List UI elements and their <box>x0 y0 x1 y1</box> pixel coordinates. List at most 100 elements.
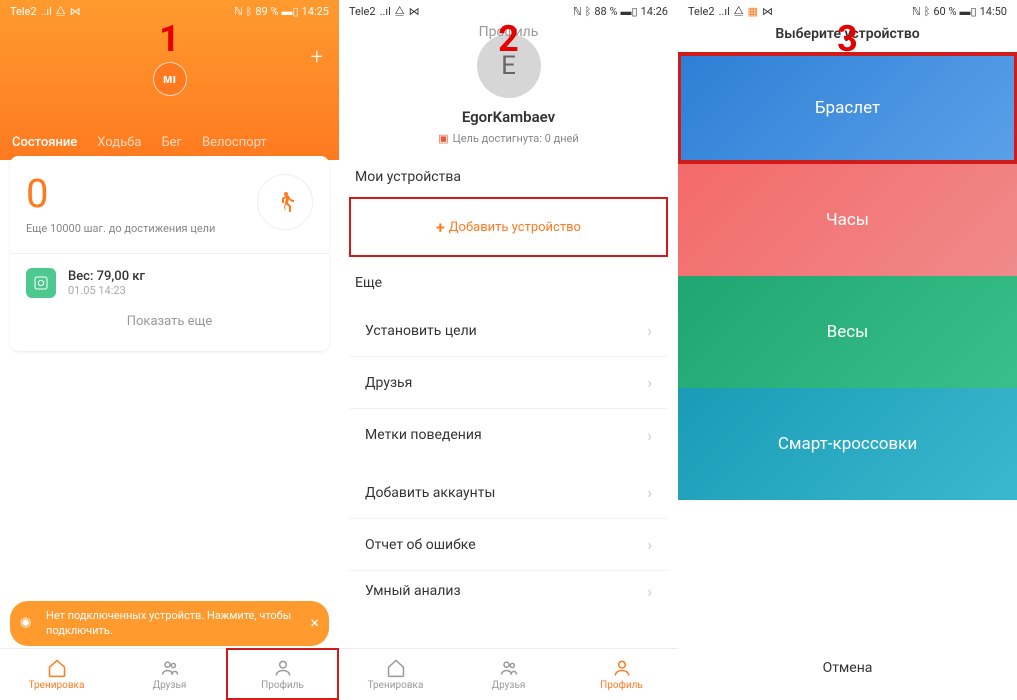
more-list-2: Добавить аккаунты › Отчет об ошибке › Умны… <box>349 467 668 611</box>
list-item-goals[interactable]: Установить цели › <box>349 305 668 357</box>
device-tile-watch[interactable]: Часы <box>678 164 1017 276</box>
nav-friends[interactable]: Друзья <box>113 649 226 700</box>
toast-text: Нет подключенных устройств. Нажмите, что… <box>46 609 299 638</box>
list-item-behavior[interactable]: Метки поведения › <box>349 409 668 461</box>
steps-count: 0 <box>26 174 215 214</box>
plus-icon: + <box>436 218 445 237</box>
battery-pct: 60 % <box>933 5 956 18</box>
steps-card[interactable]: 0 Еще 10000 шаг. до достижения цели Вес:… <box>10 156 329 351</box>
chevron-right-icon: › <box>647 426 652 445</box>
item-label: Умный анализ <box>365 583 461 599</box>
list-item-bug-report[interactable]: Отчет об ошибке › <box>349 519 668 571</box>
bt-icon: ᛒ <box>246 5 253 18</box>
scale-icon <box>26 268 56 298</box>
signal-icon: ..ıl <box>380 5 391 18</box>
list-item-accounts[interactable]: Добавить аккаунты › <box>349 467 668 519</box>
sim-icon: ▦ <box>748 5 758 18</box>
add-button[interactable]: + <box>311 45 323 70</box>
nav-workout[interactable]: Тренировка <box>0 649 113 700</box>
signal-icon: ..ıl <box>719 5 730 18</box>
weight-date: 01.05 14:23 <box>68 284 145 297</box>
show-more-button[interactable]: Показать еще <box>26 298 313 333</box>
mi-logo: ᴍı <box>153 62 187 96</box>
signal-icon: ..ıl <box>41 5 52 18</box>
tab-cycle[interactable]: Велоспорт <box>202 135 267 150</box>
bottom-nav: Тренировка Друзья Профиль <box>339 648 678 700</box>
link-icon: ⋈ <box>70 5 81 18</box>
device-tile-shoes[interactable]: Смарт-кроссовки <box>678 388 1017 500</box>
goal-text: Цель достигнута: 0 дней <box>453 132 579 145</box>
list-item-smart-analysis[interactable]: Умный анализ › <box>349 571 668 611</box>
chevron-right-icon: › <box>647 582 652 601</box>
nav-profile-label: Профиль <box>600 680 643 691</box>
weight-row[interactable]: Вес: 79,00 кг 01.05 14:23 <box>26 268 313 298</box>
tab-walk[interactable]: Ходьба <box>97 135 141 150</box>
nav-workout[interactable]: Тренировка <box>339 649 452 700</box>
item-label: Добавить аккаунты <box>365 485 495 501</box>
home-icon <box>47 658 67 678</box>
list-item-friends[interactable]: Друзья › <box>349 357 668 409</box>
nav-friends[interactable]: Друзья <box>452 649 565 700</box>
chevron-right-icon: › <box>647 373 652 392</box>
link-icon: ⋈ <box>409 5 420 18</box>
carrier-label: Tele2 <box>10 5 37 18</box>
my-devices-title: Мои устройства <box>339 155 678 193</box>
more-title: Еще <box>339 261 678 299</box>
phone-screen-2: 2 Tele2 ..ıl ⧋ ⋈ ℕ ᛒ 88 % ▬▯ 14:26 Профи… <box>339 0 678 700</box>
add-device-button[interactable]: + Добавить устройство <box>349 197 668 257</box>
battery-pct: 89 % <box>255 5 278 18</box>
steps-goal: Еще 10000 шаг. до достижения цели <box>26 222 215 235</box>
carrier-label: Tele2 <box>349 5 376 18</box>
phone-screen-1: 1 Tele2 ..ıl ⧋ ⋈ ℕ ᛒ 89 % ▬▯ 14:25 + ᴍı … <box>0 0 339 700</box>
item-label: Друзья <box>365 375 412 391</box>
wifi-icon: ⧋ <box>734 4 744 18</box>
friends-icon <box>160 658 180 678</box>
home-icon <box>386 658 406 678</box>
nav-friends-label: Друзья <box>153 680 187 691</box>
nav-profile-label: Профиль <box>261 680 304 691</box>
cancel-button[interactable]: Отмена <box>678 636 1017 700</box>
wifi-icon: ⧋ <box>395 4 405 18</box>
nav-workout-label: Тренировка <box>29 680 85 691</box>
wifi-icon: ⧋ <box>56 4 66 18</box>
item-label: Метки поведения <box>365 427 482 443</box>
battery-icon: ▬▯ <box>621 5 638 18</box>
device-tile-band[interactable]: Браслет <box>678 52 1017 164</box>
item-label: Отчет об ошибке <box>365 537 476 553</box>
nav-profile[interactable]: Профиль <box>565 649 678 700</box>
battery-icon: ▬▯ <box>282 5 299 18</box>
nav-workout-label: Тренировка <box>368 680 424 691</box>
tile-label: Весы <box>827 322 869 342</box>
friends-icon <box>499 658 519 678</box>
chevron-right-icon: › <box>647 483 652 502</box>
nfc-icon: ℕ <box>234 5 243 18</box>
target-icon: ▣ <box>438 132 448 145</box>
chevron-right-icon: › <box>647 321 652 340</box>
battery-icon: ▬▯ <box>960 5 977 18</box>
no-device-toast[interactable]: ◉ Нет подключенных устройств. Нажмите, ч… <box>10 601 329 646</box>
nfc-icon: ℕ <box>912 5 921 18</box>
profile-icon <box>612 658 632 678</box>
device-tiles: Браслет Часы Весы Смарт-кроссовки <box>678 52 1017 500</box>
walk-icon <box>257 174 313 230</box>
close-icon[interactable]: × <box>310 613 319 634</box>
bt-icon: ᛒ <box>924 5 931 18</box>
tab-state[interactable]: Состояние <box>12 135 77 150</box>
item-label: Установить цели <box>365 323 477 339</box>
bottom-nav: Тренировка Друзья Профиль <box>0 648 339 700</box>
tab-run[interactable]: Бег <box>161 135 182 150</box>
chevron-right-icon: › <box>647 535 652 554</box>
carrier-label: Tele2 <box>688 5 715 18</box>
link-icon: ⋈ <box>762 5 773 18</box>
step-number-3: 3 <box>837 18 858 60</box>
clock: 14:26 <box>641 5 668 18</box>
clock: 14:50 <box>980 5 1007 18</box>
profile-icon <box>273 658 293 678</box>
add-device-label: Добавить устройство <box>449 220 581 235</box>
nfc-icon: ℕ <box>573 5 582 18</box>
device-tile-scale[interactable]: Весы <box>678 276 1017 388</box>
goal-reached: ▣ Цель достигнута: 0 дней <box>339 132 678 145</box>
bt-icon: ᛒ <box>585 5 592 18</box>
tile-label: Браслет <box>815 98 880 118</box>
nav-profile[interactable]: Профиль <box>226 649 339 700</box>
